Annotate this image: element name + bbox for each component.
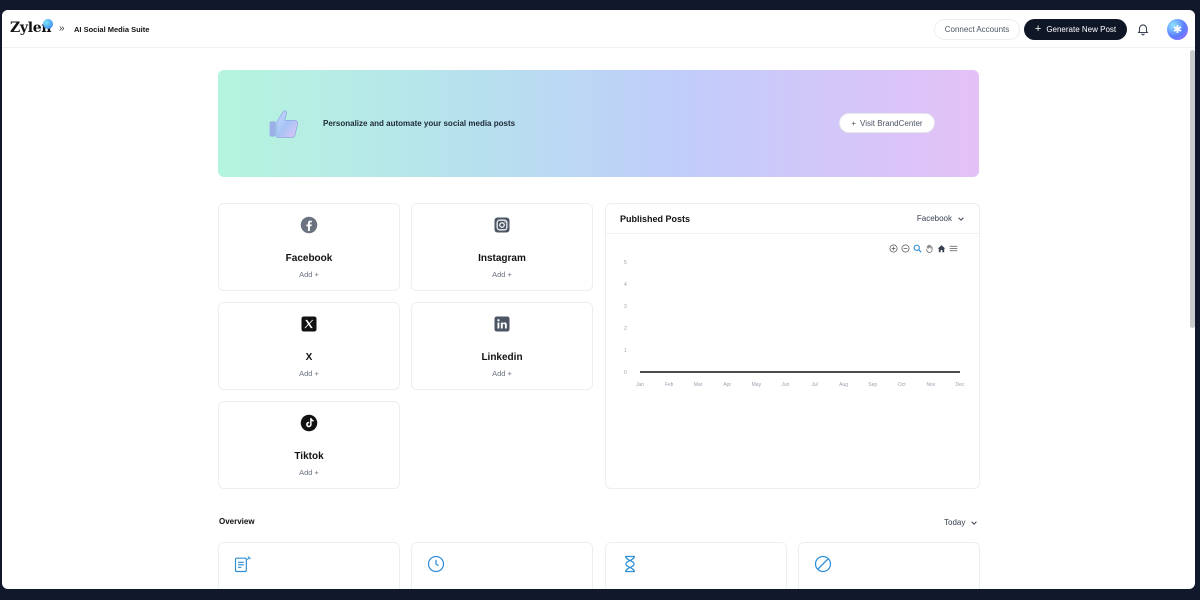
- banner-text: Personalize and automate your social med…: [323, 119, 516, 128]
- overview-card-pending[interactable]: [605, 542, 787, 589]
- instagram-icon: [494, 217, 510, 233]
- platform-name: Instagram: [478, 253, 526, 264]
- home-icon[interactable]: [937, 244, 946, 253]
- thumbs-up-icon: [269, 110, 299, 138]
- add-instagram-link[interactable]: Add +: [412, 270, 592, 279]
- x-tick-label: Aug: [839, 382, 848, 388]
- document-edit-icon: [234, 556, 251, 573]
- x-tick-label: Dec: [956, 382, 965, 388]
- visit-brandcenter-button[interactable]: + Visit BrandCenter: [839, 113, 935, 133]
- panel-title: Published Posts: [620, 214, 691, 224]
- overview-title: Overview: [219, 517, 255, 526]
- facebook-icon: [300, 216, 318, 234]
- platform-name: Tiktok: [294, 451, 324, 462]
- x-icon: [301, 316, 317, 332]
- platform-name: Linkedin: [481, 352, 523, 363]
- linkedin-icon: [494, 316, 510, 332]
- add-linkedin-link[interactable]: Add +: [412, 369, 592, 378]
- x-tick-label: Oct: [898, 382, 906, 388]
- visit-brandcenter-label: Visit BrandCenter: [860, 118, 923, 128]
- chevron-down-icon: [971, 520, 978, 525]
- hourglass-icon: [625, 555, 635, 573]
- x-tick-label: Apr: [723, 382, 731, 388]
- asterisk-icon: ✱: [1172, 24, 1183, 36]
- instagram-card[interactable]: Instagram Add +: [411, 203, 593, 291]
- chevron-down-icon: [958, 216, 964, 221]
- y-tick-label: 3: [624, 304, 627, 310]
- x-tick-label: Nov: [926, 382, 935, 388]
- breadcrumb-chevron-icon[interactable]: »: [59, 23, 65, 34]
- overview-card-scheduled[interactable]: [411, 542, 593, 589]
- zoom-out-icon[interactable]: [901, 244, 910, 253]
- linkedin-card[interactable]: Linkedin Add +: [411, 302, 593, 390]
- x-tick-label: May: [752, 382, 762, 388]
- published-posts-chart: 0 1 2 3 4 5 Jan Feb Mar Apr May Jun Jul Aug Sep Oct Nov D…: [624, 260, 965, 388]
- x-tick-label: Feb: [665, 382, 674, 388]
- connect-accounts-label: Connect Accounts: [944, 25, 1010, 34]
- clock-icon: [427, 555, 445, 573]
- selected-platform: Facebook: [916, 214, 952, 223]
- blocked-icon: [814, 555, 832, 573]
- selection-zoom-icon[interactable]: [913, 244, 922, 253]
- overview-range-select[interactable]: Today: [944, 518, 978, 527]
- published-posts-panel: Published Posts Facebook 0 1 2 3 4 5 Jan Feb Mar…: [605, 203, 980, 489]
- x-card[interactable]: X Add +: [218, 302, 400, 390]
- x-tick-label: Mar: [694, 382, 703, 388]
- y-tick-label: 5: [624, 260, 627, 266]
- x-tick-label: Jul: [811, 382, 817, 388]
- chart-toolbar: [889, 244, 958, 253]
- bell-icon[interactable]: [1136, 22, 1150, 36]
- tiktok-icon: [300, 414, 318, 432]
- facebook-card[interactable]: Facebook Add +: [218, 203, 400, 291]
- x-tick-label: Jun: [781, 382, 789, 388]
- overview-card-drafts[interactable]: [218, 542, 400, 589]
- x-tick-label: Jan: [636, 382, 644, 388]
- y-tick-label: 4: [624, 282, 627, 288]
- zoom-in-icon[interactable]: [889, 244, 898, 253]
- platform-name: Facebook: [285, 253, 333, 264]
- add-tiktok-link[interactable]: Add +: [219, 468, 399, 477]
- platform-select[interactable]: Facebook: [917, 214, 965, 223]
- y-tick-label: 0: [624, 370, 627, 376]
- generate-new-post-button[interactable]: + Generate New Post: [1024, 19, 1127, 40]
- overview-card-failed[interactable]: [798, 542, 980, 589]
- add-facebook-link[interactable]: Add +: [219, 270, 399, 279]
- menu-icon[interactable]: [949, 244, 958, 253]
- x-tick-label: Sep: [868, 382, 877, 388]
- connect-accounts-button[interactable]: Connect Accounts: [934, 19, 1020, 40]
- y-tick-label: 2: [624, 326, 627, 332]
- generate-new-post-label: Generate New Post: [1046, 25, 1117, 34]
- breadcrumb[interactable]: AI Social Media Suite: [74, 25, 149, 34]
- app-window: Zylen » AI Social Media Suite Connect Ac…: [2, 10, 1195, 589]
- overview-range: Today: [944, 518, 966, 527]
- tiktok-card[interactable]: Tiktok Add +: [218, 401, 400, 489]
- y-tick-label: 1: [624, 348, 627, 354]
- plus-icon: +: [1034, 23, 1042, 35]
- scrollbar[interactable]: [1190, 50, 1195, 328]
- pan-hand-icon[interactable]: [925, 244, 934, 253]
- add-x-link[interactable]: Add +: [219, 369, 399, 378]
- top-bar: Zylen » AI Social Media Suite Connect Ac…: [2, 10, 1195, 48]
- promo-banner: Personalize and automate your social med…: [218, 70, 979, 177]
- panel-divider: [606, 233, 979, 234]
- plus-icon: +: [851, 118, 857, 128]
- platform-name: X: [305, 352, 313, 363]
- user-avatar[interactable]: ✱: [1167, 19, 1188, 40]
- logo-mark-icon: [43, 19, 53, 29]
